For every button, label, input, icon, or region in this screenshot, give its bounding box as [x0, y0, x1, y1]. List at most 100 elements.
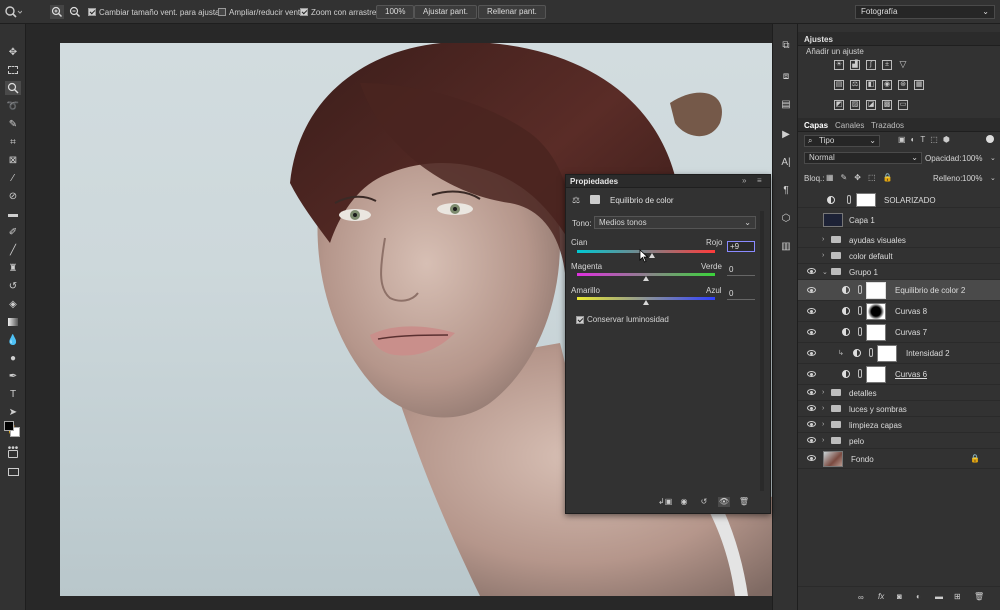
- dodge-tool-icon[interactable]: ●: [5, 351, 21, 365]
- curves-icon[interactable]: ∫: [866, 60, 876, 70]
- chevron-right-icon[interactable]: ›: [822, 236, 824, 243]
- chevron-down-icon[interactable]: ⌄: [822, 268, 828, 276]
- selective-color-icon[interactable]: ▩: [882, 100, 892, 110]
- gradient-map-icon[interactable]: ▭: [898, 100, 908, 110]
- histogram-icon[interactable]: ▥: [778, 238, 794, 254]
- fit-screen-button[interactable]: Ajustar pant.: [414, 5, 477, 19]
- brush-tool-icon[interactable]: ✐: [5, 225, 21, 239]
- brightness-contrast-icon[interactable]: ☀: [834, 60, 844, 70]
- chevron-right-icon[interactable]: ›: [822, 252, 824, 259]
- visibility-eye-icon[interactable]: [807, 329, 816, 335]
- reset-icon[interactable]: ↺: [698, 497, 710, 507]
- blur-tool-icon[interactable]: 💧: [5, 333, 21, 347]
- cyan-red-value[interactable]: +9: [727, 241, 755, 252]
- brush-tool-icon[interactable]: ╱: [5, 243, 21, 257]
- blend-mode-select[interactable]: Normal ⌄: [804, 152, 922, 164]
- yellow-blue-value[interactable]: 0: [727, 289, 755, 300]
- channel-mixer-icon[interactable]: ⊛: [898, 80, 908, 90]
- tab-channels[interactable]: Canales: [835, 121, 864, 130]
- properties-icon[interactable]: ⧈: [778, 68, 794, 84]
- history-brush-tool-icon[interactable]: ↺: [5, 279, 21, 293]
- quick-select-tool-icon[interactable]: ✎: [5, 117, 21, 131]
- preserve-luminosity-checkbox[interactable]: Conservar luminosidad: [576, 315, 669, 324]
- posterize-icon[interactable]: ▨: [850, 100, 860, 110]
- character-icon[interactable]: A|: [778, 154, 794, 170]
- properties-header[interactable]: Propiedades » ≡: [566, 175, 770, 188]
- adjustments-tab[interactable]: Ajustes: [804, 35, 833, 44]
- invert-icon[interactable]: ◩: [834, 100, 844, 110]
- gradient-tool-icon[interactable]: [5, 315, 21, 329]
- visibility-eye-icon[interactable]: [807, 287, 816, 293]
- chevron-down-icon[interactable]: ⌄: [990, 154, 996, 162]
- visibility-eye-icon[interactable]: [807, 389, 816, 395]
- resize-windows-checkbox[interactable]: Cambiar tamaño vent. para ajustar: [88, 0, 222, 24]
- visibility-eye-icon[interactable]: [807, 455, 816, 461]
- levels-icon[interactable]: ▟: [850, 60, 860, 70]
- layer-filter-select[interactable]: ⌕ Tipo ⌄: [804, 135, 880, 147]
- healing-brush-tool-icon[interactable]: ⊘: [5, 189, 21, 203]
- new-group-icon[interactable]: ▬: [935, 592, 943, 601]
- opacity-value[interactable]: 100%: [962, 154, 982, 163]
- chevron-right-icon[interactable]: ›: [822, 405, 824, 412]
- marquee-tool-icon[interactable]: [5, 63, 21, 77]
- new-layer-icon[interactable]: ⊞: [954, 592, 961, 601]
- scrubby-zoom-checkbox[interactable]: Zoom con arrastre: [300, 0, 376, 24]
- collapse-icon[interactable]: »: [742, 176, 746, 185]
- patch-tool-icon[interactable]: ▬: [5, 207, 21, 221]
- layers-comp-icon[interactable]: ▤: [778, 96, 794, 112]
- workspace-select[interactable]: Fotografía ⌄: [855, 5, 995, 19]
- vibrance-icon[interactable]: ▽: [898, 60, 908, 70]
- visibility-eye-icon[interactable]: [807, 350, 816, 356]
- chevron-right-icon[interactable]: ›: [822, 421, 824, 428]
- layer-row[interactable]: › pelo: [798, 433, 1000, 449]
- layer-row[interactable]: › color default: [798, 248, 1000, 264]
- visibility-eye-icon[interactable]: [807, 437, 816, 443]
- exposure-icon[interactable]: ±: [882, 60, 892, 70]
- foreground-color-swatch[interactable]: [4, 421, 14, 431]
- slider-handle[interactable]: [643, 300, 649, 305]
- tab-paths[interactable]: Trazados: [871, 121, 904, 130]
- quick-mask-icon[interactable]: [5, 447, 21, 461]
- screen-mode-icon[interactable]: [5, 465, 21, 479]
- add-mask-icon[interactable]: ◙: [897, 592, 902, 601]
- path-select-tool-icon[interactable]: ➤: [5, 405, 21, 419]
- fill-screen-button[interactable]: Rellenar pant.: [478, 5, 546, 19]
- visibility-eye-icon[interactable]: [807, 268, 816, 274]
- layer-row[interactable]: › ayudas visuales: [798, 232, 1000, 248]
- layer-row[interactable]: Curvas 7: [798, 322, 1000, 343]
- menu-icon[interactable]: ≡: [757, 176, 762, 185]
- layer-row[interactable]: › limpieza capas: [798, 417, 1000, 433]
- layer-row-selected[interactable]: Equilibrio de color 2: [798, 280, 1000, 301]
- trash-icon[interactable]: 🗑: [738, 497, 750, 507]
- eraser-tool-icon[interactable]: ◈: [5, 297, 21, 311]
- pen-tool-icon[interactable]: ✒: [5, 369, 21, 383]
- link-layers-icon[interactable]: ∞: [858, 593, 864, 602]
- chevron-down-icon[interactable]: ⌄: [990, 174, 996, 182]
- magenta-green-value[interactable]: 0: [727, 265, 755, 276]
- visibility-eye-icon[interactable]: [807, 421, 816, 427]
- type-tool-icon[interactable]: T: [5, 387, 21, 401]
- slider-handle[interactable]: [648, 253, 655, 258]
- view-previous-icon[interactable]: ◉: [678, 497, 690, 507]
- fill-value[interactable]: 100%: [962, 174, 982, 183]
- frame-tool-icon[interactable]: ⊠: [5, 153, 21, 167]
- actions-play-icon[interactable]: ▶: [778, 126, 794, 142]
- paragraph-icon[interactable]: ¶: [778, 182, 794, 198]
- slider-handle[interactable]: [643, 276, 649, 281]
- filter-toggle-icon[interactable]: [986, 135, 994, 143]
- toggle-visibility-eye-icon[interactable]: 👁: [718, 497, 730, 507]
- photo-filter-icon[interactable]: ◉: [882, 80, 892, 90]
- layer-row[interactable]: Curvas 6: [798, 364, 1000, 385]
- lock-icons[interactable]: ▦✎✥⬚🔒: [826, 173, 899, 182]
- hue-saturation-icon[interactable]: ▤: [834, 80, 844, 90]
- zoom-out-icon[interactable]: [68, 0, 82, 24]
- move-tool-icon[interactable]: ✥: [5, 45, 21, 59]
- layer-row[interactable]: Fondo 🔒: [798, 449, 1000, 469]
- layer-row[interactable]: ⌄ Grupo 1: [798, 264, 1000, 280]
- clip-to-layer-icon[interactable]: ↲▣: [658, 497, 672, 507]
- eyedropper-tool-icon[interactable]: ⁄: [5, 171, 21, 185]
- black-white-icon[interactable]: ◧: [866, 80, 876, 90]
- layer-filter-icons[interactable]: ▣◐T⬚⬢: [898, 135, 955, 144]
- layer-row[interactable]: ↳ Intensidad 2: [798, 343, 1000, 364]
- chevron-right-icon[interactable]: ›: [822, 389, 824, 396]
